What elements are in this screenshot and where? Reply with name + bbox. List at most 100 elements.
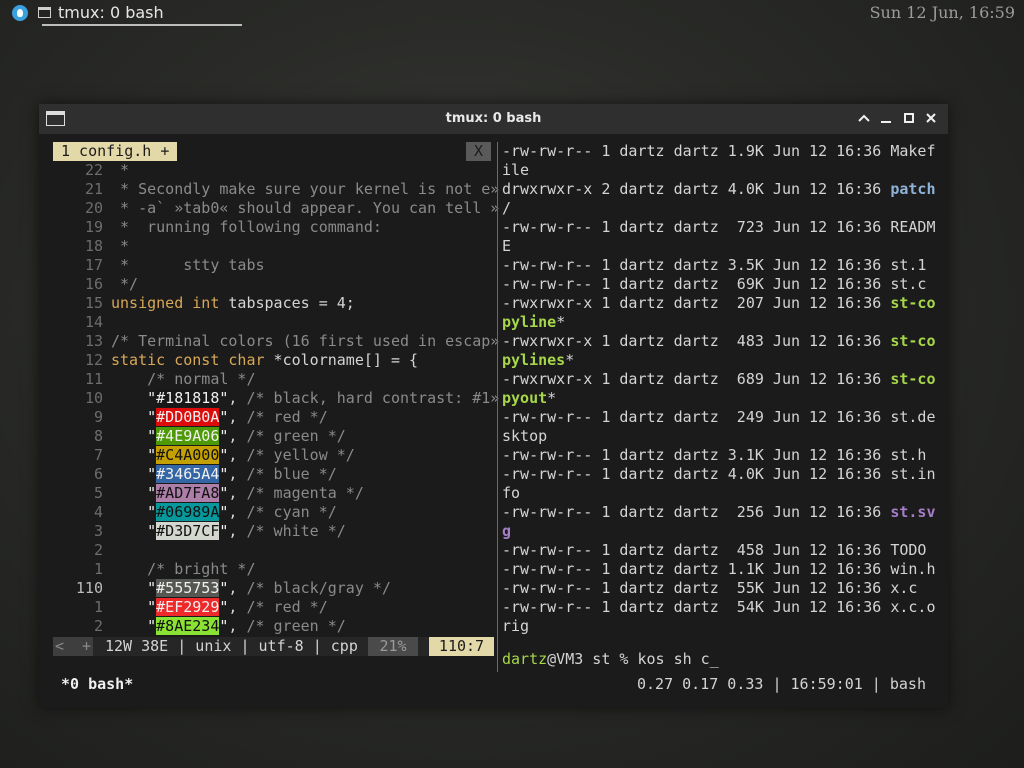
vim-line: 9 "#DD0B0A", /* red */ [53, 408, 328, 427]
code-text: * [111, 161, 130, 179]
terminal-window: tmux: 0 bash 1 config.h + X 22 * 21 * Sec… [39, 104, 948, 708]
line-number: 19 [84, 218, 103, 236]
tmux-window-tab[interactable]: *0 bash* [61, 675, 133, 693]
vim-statusline: < + 12W 38E | unix | utf-8 | cpp 21% 110… [53, 637, 494, 656]
ls-output-line: pyline* [502, 313, 565, 332]
code-text: /* Terminal colors (16 first used in esc… [111, 332, 500, 350]
file-name: E [502, 237, 512, 255]
maximize-button[interactable] [901, 110, 917, 126]
file-name: pyline [502, 313, 557, 331]
string-quote: " [147, 617, 157, 635]
app-menu-logo-icon[interactable] [12, 5, 28, 21]
terminal-area[interactable]: 1 config.h + X 22 * 21 * Secondly make su… [39, 134, 948, 708]
line-number: 7 [93, 446, 103, 464]
file-name: st-co [890, 294, 936, 312]
taskbar-window-title[interactable]: tmux: 0 bash [58, 3, 164, 22]
vim-line: 12 static const char *colorname[] = { [53, 351, 418, 370]
file-meta: -rw-rw-r-- 1 dartz dartz 1.9K Jun 12 16:… [502, 142, 891, 160]
file-meta: -rw-rw-r-- 1 dartz dartz 3.1K Jun 12 16:… [502, 446, 891, 464]
file-meta: -rw-rw-r-- 1 dartz dartz 4.0K Jun 12 16:… [502, 465, 891, 483]
color-swatch-string: #D3D7CF [156, 522, 220, 540]
file-name: g [502, 522, 512, 540]
ls-output-line: ile [502, 161, 529, 180]
file-name: st.in [890, 465, 936, 483]
color-swatch-string: #AD7FA8 [156, 484, 220, 502]
minimize-button[interactable] [856, 110, 872, 126]
code-text: tabspaces = 4; [219, 294, 355, 312]
file-name: st.de [890, 408, 936, 426]
line-number: 10 [84, 389, 103, 407]
file-name: pyout [502, 389, 548, 407]
code-text: /* normal */ [111, 370, 256, 388]
vim-line: 16 */ [53, 275, 138, 294]
color-swatch-string: #4E9A06 [156, 427, 220, 445]
color-swatch-string: #3465A4 [156, 465, 220, 483]
file-meta: -rw-rw-r-- 1 dartz dartz 249 Jun 12 16:3… [502, 408, 891, 426]
maximize-icon [904, 113, 914, 123]
file-name: sktop [502, 427, 548, 445]
line-number: 16 [84, 275, 103, 293]
pane-divider[interactable] [497, 142, 498, 672]
file-name: / [502, 199, 512, 217]
code-text: *colorname[] = { [264, 351, 419, 369]
code-type-keyword: static const char [111, 351, 265, 369]
ls-output-line: -rw-rw-r-- 1 dartz dartz 458 Jun 12 16:3… [502, 541, 926, 560]
vim-line: 2 "#8AE234", /* green */ [53, 617, 346, 636]
file-name: st-co [890, 370, 936, 388]
ls-output-line: rig [502, 617, 529, 636]
code-comment: , /* magenta */ [228, 484, 364, 502]
panel-clock[interactable]: Sun 12 Jun, 16:59 [870, 3, 1015, 22]
ls-output-line: -rw-rw-r-- 1 dartz dartz 1.1K Jun 12 16:… [502, 560, 935, 579]
vim-line: 2 [53, 541, 111, 560]
file-meta: -rw-rw-r-- 1 dartz dartz 54K Jun 12 16:3… [502, 598, 891, 616]
ls-output-line: -rw-rw-r-- 1 dartz dartz 3.5K Jun 12 16:… [502, 256, 926, 275]
vim-line: 18 * [53, 237, 129, 256]
file-meta: -rw-rw-r-- 1 dartz dartz 256 Jun 12 16:3… [502, 503, 891, 521]
line-number: 21 [84, 180, 103, 198]
file-meta: -rw-rw-r-- 1 dartz dartz 723 Jun 12 16:3… [502, 218, 891, 236]
string-quote: " [147, 522, 157, 540]
file-meta: -rwxrwxr-x 1 dartz dartz 483 Jun 12 16:3… [502, 332, 891, 350]
vim-line: 14 [53, 313, 111, 332]
line-number: 20 [84, 199, 103, 217]
vim-line: 7 "#C4A000", /* yellow */ [53, 446, 355, 465]
vim-file-info: 12W 38E | unix | utf-8 | cpp [105, 637, 358, 655]
vim-line: 1 /* bright */ [53, 560, 256, 579]
string-quote: " [147, 389, 157, 407]
line-number: 9 [93, 408, 103, 426]
line-number: 8 [93, 427, 103, 445]
code-text: */ [111, 275, 139, 293]
taskbar-active-indicator [42, 24, 242, 26]
vim-line: 22 * [53, 161, 129, 180]
ls-output-line: -rw-rw-r-- 1 dartz dartz 249 Jun 12 16:3… [502, 408, 935, 427]
string-quote: " [147, 465, 157, 483]
shade-button[interactable] [878, 110, 894, 126]
window-titlebar[interactable]: tmux: 0 bash [39, 104, 948, 134]
line-number: 17 [84, 256, 103, 274]
ls-output-line: -rw-rw-r-- 1 dartz dartz 1.9K Jun 12 16:… [502, 142, 935, 161]
shell-prompt[interactable]: dartz@VM3 st % kos sh c_ [502, 650, 719, 669]
color-swatch-string: #8AE234 [156, 617, 220, 635]
string-quote: " [147, 503, 157, 521]
file-meta: -rw-rw-r-- 1 dartz dartz 3.5K Jun 12 16:… [502, 256, 891, 274]
close-button[interactable] [923, 110, 939, 126]
code-type-keyword: unsigned int [111, 294, 220, 312]
ls-output-line: E [502, 237, 511, 256]
code-comment: , /* black/gray */ [228, 579, 391, 597]
color-swatch-string: #555753 [156, 579, 220, 597]
ls-output-line: -rw-rw-r-- 1 dartz dartz 3.1K Jun 12 16:… [502, 446, 926, 465]
ls-output-line: -rwxrwxr-x 1 dartz dartz 483 Jun 12 16:3… [502, 332, 935, 351]
color-swatch-string: #EF2929 [156, 598, 220, 616]
color-swatch-string: #06989A [156, 503, 220, 521]
code-text: * [111, 237, 130, 255]
ls-output-line: g [502, 522, 511, 541]
vim-close-tab-button[interactable]: X [466, 142, 491, 161]
vim-tab[interactable]: 1 config.h + [53, 142, 178, 161]
line-number: 13 [84, 332, 103, 350]
ls-output-line: -rw-rw-r-- 1 dartz dartz 4.0K Jun 12 16:… [502, 465, 935, 484]
vim-line: 11 /* normal */ [53, 370, 256, 389]
file-name: st.c [890, 275, 927, 293]
vim-line: 3 "#D3D7CF", /* white */ [53, 522, 346, 541]
top-panel: tmux: 0 bash Sun 12 Jun, 16:59 [0, 0, 1024, 26]
file-name: st.h [890, 446, 927, 464]
